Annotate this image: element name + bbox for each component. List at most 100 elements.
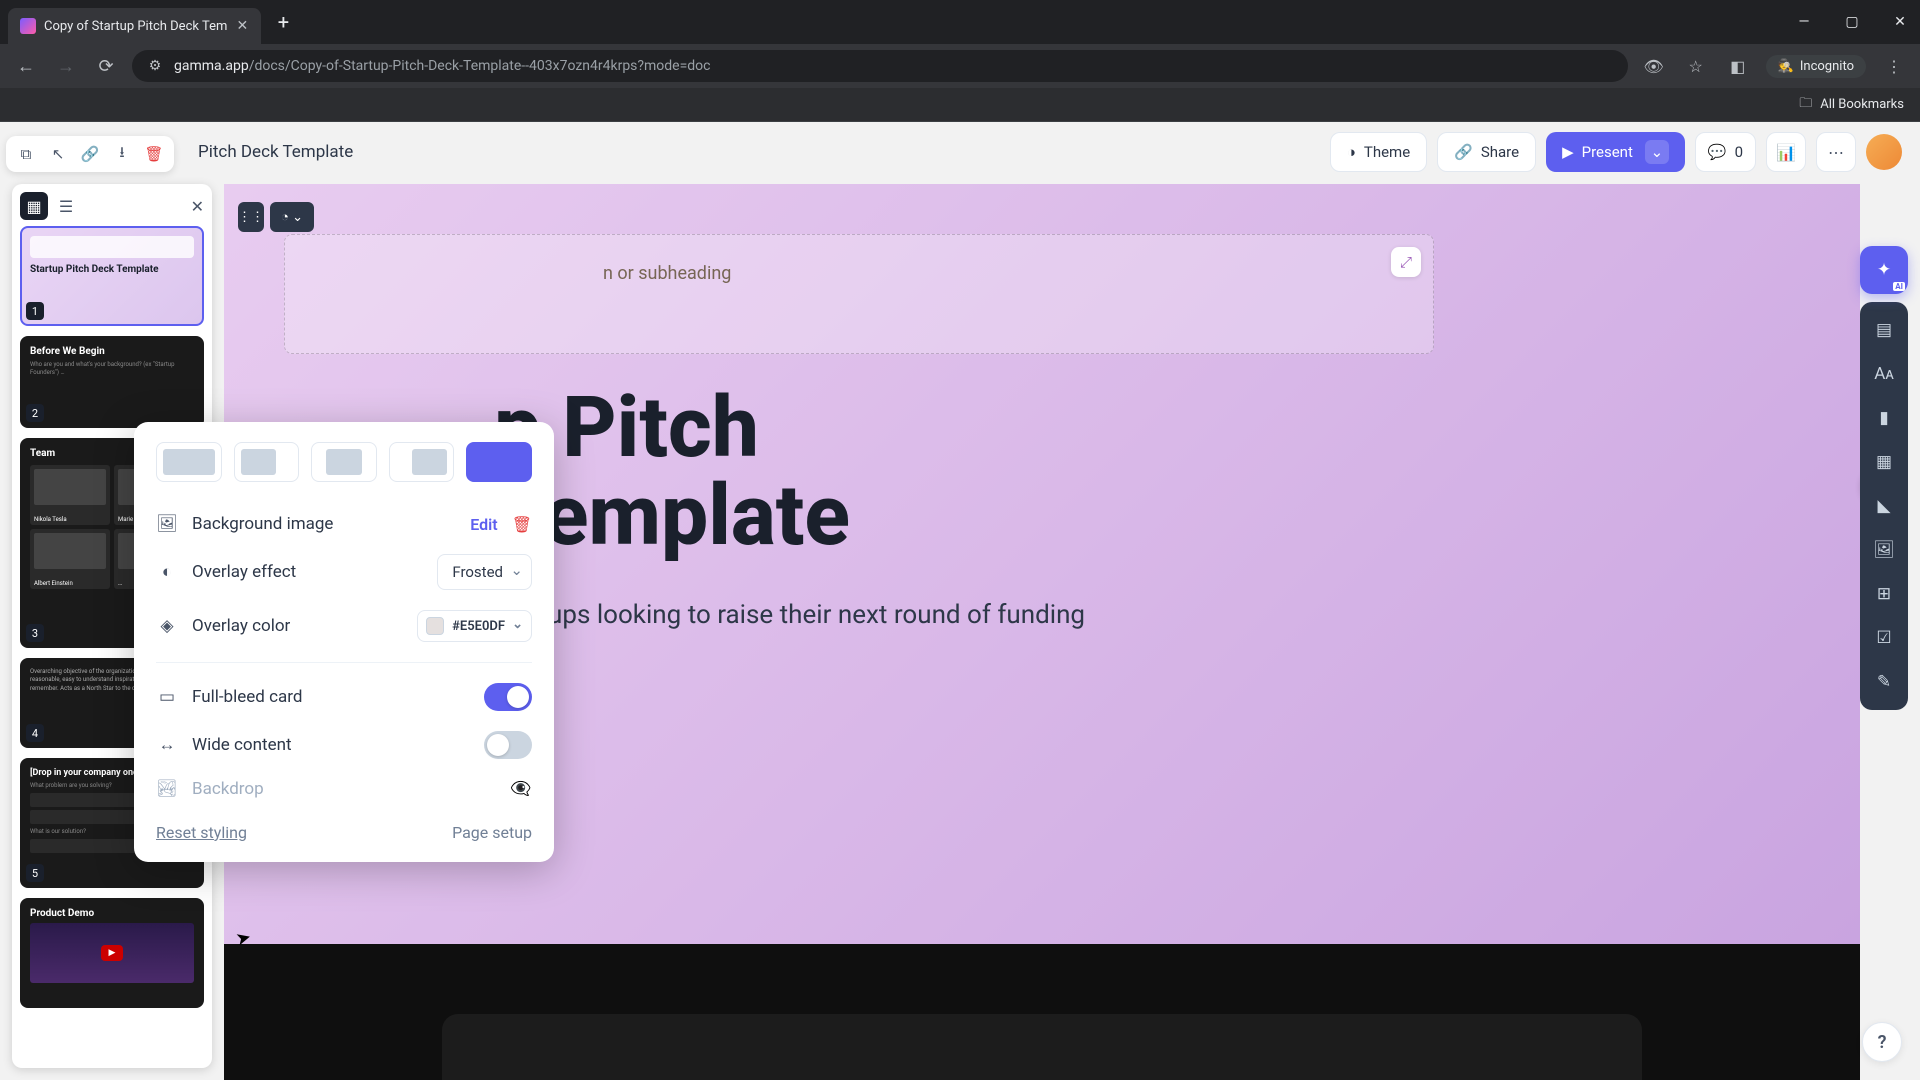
eye-off-icon[interactable]: 👁 — [1640, 52, 1668, 80]
layout-option-right[interactable] — [389, 442, 455, 482]
browser-nav-bar: ← → ⟳ ⚙ gamma.app/docs/Copy-of-Startup-P… — [0, 44, 1920, 88]
incognito-icon: 🕵 — [1778, 59, 1794, 74]
contrast-icon: ◐ — [156, 562, 178, 582]
present-button[interactable]: ▶ Present ⌄ — [1546, 132, 1685, 172]
doc-title[interactable]: Pitch Deck Template — [198, 142, 353, 162]
slide-title[interactable]: p Pitch Template — [494, 384, 1800, 560]
theme-icon: ◑ — [1347, 143, 1356, 161]
slide-2-title[interactable]: Before We Begin — [512, 1074, 1572, 1080]
wide-icon: ↔ — [156, 735, 178, 755]
arrow-up-left-icon[interactable]: ↖ — [44, 140, 72, 168]
present-label: Present — [1582, 143, 1633, 161]
share-button[interactable]: 🔗 Share — [1437, 132, 1536, 172]
present-dropdown-icon[interactable]: ⌄ — [1645, 140, 1669, 164]
comments-button[interactable]: 💬 0 — [1695, 132, 1756, 172]
callout-icon[interactable]: ▮ — [1866, 400, 1902, 436]
slide-thumb-2[interactable]: Before We BeginWho are you and what's yo… — [20, 336, 204, 428]
layout-option-fill[interactable] — [466, 442, 532, 482]
bookmark-star-icon[interactable]: ☆ — [1682, 52, 1710, 80]
fullbleed-label: Full-bleed card — [192, 687, 470, 707]
download-icon[interactable]: ⭳ — [108, 140, 136, 168]
more-menu-button[interactable]: ⋯ — [1816, 132, 1856, 172]
gamma-favicon-icon — [20, 18, 36, 34]
hidden-icon[interactable]: 👁‍🗨 — [510, 779, 532, 799]
title-card-placeholder[interactable]: n or subheading ⤢ — [284, 234, 1434, 354]
slide-subtitle[interactable]: startups looking to raise their next rou… — [494, 600, 1800, 630]
color-swatch — [426, 617, 444, 635]
fullbleed-icon: ▭ — [156, 687, 178, 707]
url-host: gamma.app — [174, 58, 249, 74]
paint-icon: ◈ — [156, 616, 178, 636]
browser-tab[interactable]: Copy of Startup Pitch Deck Tem ✕ — [8, 8, 261, 44]
url-bar[interactable]: ⚙ gamma.app/docs/Copy-of-Startup-Pitch-D… — [132, 50, 1628, 82]
incognito-label: Incognito — [1800, 59, 1854, 74]
slide-thumb-6[interactable]: Product Demo — [20, 898, 204, 1008]
overlay-effect-select[interactable]: Frosted — [437, 554, 532, 590]
filmstrip-grid-view-icon[interactable]: ▦ — [20, 192, 48, 220]
filmstrip-close-icon[interactable]: ✕ — [191, 197, 204, 216]
url-path: /docs/Copy-of-Startup-Pitch-Deck-Templat… — [249, 58, 711, 74]
window-maximize-icon[interactable]: ▢ — [1840, 14, 1864, 30]
folder-icon: 🗀 — [1799, 94, 1812, 116]
play-icon: ▶ — [1562, 143, 1574, 161]
card-style-dropdown[interactable]: ◔ ⌄ — [270, 202, 314, 232]
ai-sparkle-button[interactable]: ✦AI — [1860, 246, 1908, 294]
share-label: Share — [1481, 143, 1519, 161]
background-image-label: Background image — [192, 514, 456, 534]
text-format-icon[interactable]: Aᴀ — [1866, 356, 1902, 392]
user-avatar[interactable] — [1866, 134, 1902, 170]
help-button[interactable]: ? — [1862, 1022, 1902, 1062]
analytics-button[interactable]: 📊 — [1766, 132, 1806, 172]
overlay-color-picker[interactable]: #E5E0DF — [417, 610, 532, 642]
page-setup-link[interactable]: Page setup — [452, 823, 532, 842]
form-icon[interactable]: ☑ — [1866, 620, 1902, 656]
wide-content-toggle[interactable] — [484, 731, 532, 759]
layout-icon[interactable]: ▦ — [1866, 444, 1902, 480]
table-icon[interactable]: ⊞ — [1866, 576, 1902, 612]
trash-icon[interactable]: 🗑 — [140, 140, 168, 168]
nav-back-icon[interactable]: ← — [12, 52, 40, 80]
reset-styling-link[interactable]: Reset styling — [156, 823, 247, 842]
browser-menu-icon[interactable]: ⋮ — [1880, 52, 1908, 80]
layout-option-left[interactable] — [234, 442, 300, 482]
drag-handle-icon[interactable]: ⋮⋮ — [238, 202, 264, 232]
tab-close-icon[interactable]: ✕ — [235, 19, 249, 33]
right-toolbar: ✦AI ▤ Aᴀ ▮ ▦ ◣ 🖼 ⊞ ☑ ✎ — [1860, 302, 1908, 710]
image-insert-icon[interactable]: 🖼 — [1866, 532, 1902, 568]
comment-count: 0 — [1735, 143, 1743, 161]
window-close-icon[interactable]: ✕ — [1888, 14, 1912, 30]
link-icon[interactable]: 🔗 — [76, 140, 104, 168]
backdrop-label: Backdrop — [192, 779, 496, 799]
theme-button[interactable]: ◑ Theme — [1330, 132, 1427, 172]
nav-forward-icon[interactable]: → — [52, 52, 80, 80]
placeholder-text: n or subheading — [603, 263, 731, 284]
embed-icon[interactable]: ✎ — [1866, 664, 1902, 700]
theme-label: Theme — [1364, 143, 1410, 161]
slide-2[interactable]: Before We Begin — [224, 944, 1860, 1080]
share-icon: 🔗 — [1454, 143, 1473, 161]
side-panel-icon[interactable]: ◧ — [1724, 52, 1752, 80]
visual-icon[interactable]: ◣ — [1866, 488, 1902, 524]
nav-reload-icon[interactable]: ⟳ — [92, 52, 120, 80]
overlay-effect-label: Overlay effect — [192, 562, 423, 582]
overlay-color-label: Overlay color — [192, 616, 403, 636]
slide-thumb-1[interactable]: Startup Pitch Deck Template 1 — [20, 226, 204, 326]
card-templates-icon[interactable]: ▤ — [1866, 312, 1902, 348]
backdrop-icon: 🏞 — [156, 779, 178, 799]
new-tab-button[interactable]: + — [269, 10, 297, 34]
expand-icon[interactable]: ⤢ — [1391, 247, 1421, 277]
filmstrip-list-view-icon[interactable]: ☰ — [52, 192, 80, 220]
all-bookmarks-link[interactable]: All Bookmarks — [1820, 97, 1904, 112]
window-minimize-icon[interactable]: — — [1792, 14, 1816, 30]
layout-option-center[interactable] — [311, 442, 377, 482]
background-edit-button[interactable]: Edit — [470, 515, 497, 534]
browser-tab-strip: Copy of Startup Pitch Deck Tem ✕ + — ▢ ✕ — [0, 0, 1920, 44]
tab-title: Copy of Startup Pitch Deck Tem — [44, 19, 227, 34]
site-settings-icon[interactable]: ⚙ — [146, 57, 164, 75]
background-delete-button[interactable]: 🗑 — [512, 515, 532, 534]
incognito-chip[interactable]: 🕵 Incognito — [1766, 55, 1866, 78]
copy-icon[interactable]: ⧉ — [12, 140, 40, 168]
layout-option-full[interactable] — [156, 442, 222, 482]
image-icon: 🖼 — [156, 514, 178, 534]
fullbleed-toggle[interactable] — [484, 683, 532, 711]
